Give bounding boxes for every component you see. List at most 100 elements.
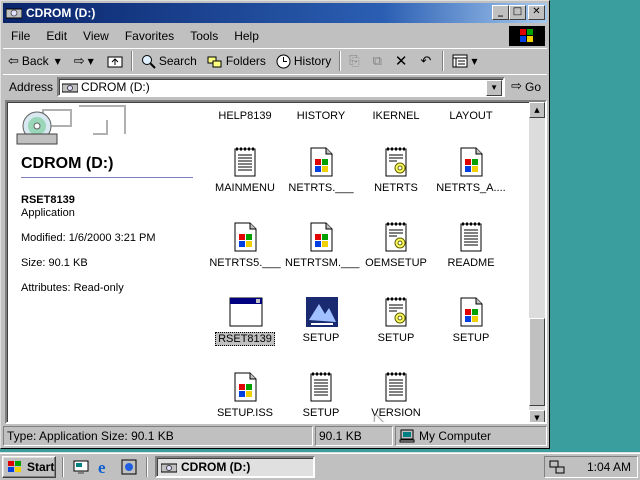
file-item[interactable]: SETUP	[283, 296, 359, 344]
menu-help[interactable]: Help	[226, 27, 267, 45]
windows-file-icon	[455, 296, 487, 328]
status-zone-label: My Computer	[419, 429, 492, 443]
file-item[interactable]: HELP8139	[207, 102, 283, 122]
explorer-window: CDROM (D:) _ □ ✕ File Edit View Favorite…	[0, 0, 550, 449]
address-value: CDROM (D:)	[81, 79, 150, 94]
folders-button[interactable]: Folders	[202, 50, 271, 72]
cdrom-drive-icon	[62, 83, 79, 92]
taskbar: Start e CDROM (D:) 1:04 AM	[0, 452, 640, 480]
quicklaunch-channels[interactable]	[120, 458, 138, 476]
file-item[interactable]: VERSION	[358, 371, 434, 419]
address-bar: Address CDROM (D:) ▼ ⇨ Go	[3, 74, 547, 98]
selected-file-name: RSET8139	[21, 194, 75, 206]
taskbar-separator	[146, 457, 148, 477]
folder-icon	[229, 102, 261, 106]
menu-edit[interactable]: Edit	[38, 27, 75, 45]
forward-button[interactable]: ⇨ ▼	[69, 50, 102, 72]
file-label: README	[447, 257, 495, 269]
title-bar[interactable]: CDROM (D:) _ □ ✕	[3, 3, 547, 23]
go-button[interactable]: ⇨ Go	[505, 79, 547, 94]
file-item[interactable]: NETRTSM.___	[283, 221, 359, 269]
webview-info-pane: CDROM (D:) RSET8139 Application Modified…	[7, 102, 197, 422]
up-folder-icon	[107, 56, 123, 68]
taskbar-separator	[62, 457, 64, 477]
windows-file-icon	[305, 221, 337, 253]
svg-text:e: e	[98, 458, 106, 476]
scroll-up-button[interactable]: ▲	[529, 102, 545, 118]
menu-file[interactable]: File	[3, 27, 38, 45]
scroll-thumb[interactable]	[529, 318, 545, 406]
toolbar-separator	[130, 51, 133, 71]
copy-to-button[interactable]: ⧉	[368, 50, 390, 72]
toolbar-separator	[339, 51, 342, 71]
move-to-icon: ⎘	[349, 53, 360, 69]
close-button[interactable]: ✕	[528, 5, 545, 20]
search-button[interactable]: Search	[136, 50, 202, 72]
scroll-down-button[interactable]: ▼	[529, 410, 545, 422]
folder-icon	[455, 102, 487, 106]
windows-file-icon	[305, 146, 337, 178]
history-button[interactable]: History	[271, 50, 336, 72]
status-bar: Type: Application Size: 90.1 KB 90.1 KB …	[3, 426, 547, 446]
folder-icon	[305, 102, 337, 106]
file-item[interactable]: SETUP	[358, 296, 434, 344]
chevron-down-icon[interactable]: ▼	[471, 57, 477, 66]
menu-tools[interactable]: Tools	[182, 27, 226, 45]
back-arrow-icon: ⇦	[8, 53, 19, 69]
address-input[interactable]: CDROM (D:) ▼	[57, 76, 506, 97]
file-item[interactable]: IKERNEL	[358, 102, 434, 122]
file-label: RSET8139	[215, 332, 275, 346]
quicklaunch-desktop[interactable]	[72, 458, 90, 476]
menu-view[interactable]: View	[75, 27, 117, 45]
file-item[interactable]: HISTORY	[283, 102, 359, 122]
file-item[interactable]: NETRTS.___	[283, 146, 359, 194]
undo-icon: ↶	[420, 53, 432, 69]
maximize-button[interactable]: □	[509, 5, 526, 20]
address-dropdown-button[interactable]: ▼	[486, 79, 503, 96]
file-item[interactable]: SETUP.ISS	[207, 371, 283, 419]
file-item[interactable]: RSET8139	[207, 296, 283, 346]
network-tray-icon[interactable]	[549, 459, 565, 475]
system-tray: 1:04 AM	[544, 456, 638, 478]
file-label: NETRTS5.___	[209, 257, 281, 269]
file-item[interactable]: SETUP	[283, 371, 359, 419]
file-item[interactable]: MAINMENU	[207, 146, 283, 194]
notepad-icon	[305, 371, 337, 403]
delete-button[interactable]: ✕	[390, 50, 416, 72]
file-item[interactable]: NETRTS_A....	[433, 146, 509, 194]
move-to-button[interactable]: ⎘	[344, 50, 367, 72]
windows-logo-icon	[509, 26, 545, 46]
file-item[interactable]: OEMSETUP	[358, 221, 434, 269]
file-item[interactable]: SETUP	[433, 296, 509, 344]
start-button[interactable]: Start	[2, 456, 56, 478]
address-label: Address	[9, 79, 54, 94]
menu-bar: File Edit View Favorites Tools Help	[3, 26, 547, 46]
folders-icon	[207, 56, 222, 68]
start-label: Start	[27, 460, 55, 474]
menu-favorites[interactable]: Favorites	[117, 27, 182, 45]
file-label: SETUP.ISS	[216, 407, 274, 419]
back-button[interactable]: ⇦ Back ▼	[3, 50, 69, 72]
search-icon	[141, 54, 156, 69]
views-grid-icon	[452, 54, 468, 68]
file-item[interactable]: README	[433, 221, 509, 269]
chevron-down-icon[interactable]: ▼	[88, 57, 94, 66]
taskbar-button-cdrom[interactable]: CDROM (D:)	[155, 456, 315, 478]
up-folder-button[interactable]	[102, 50, 128, 72]
internet-explorer-icon: e	[98, 458, 106, 477]
file-item[interactable]: NETRTS5.___	[207, 221, 283, 269]
views-button[interactable]: ▼	[447, 50, 485, 72]
notepad-icon	[229, 146, 261, 178]
file-item[interactable]: NETRTS	[358, 146, 434, 194]
show-desktop-icon	[73, 460, 89, 474]
chevron-down-icon[interactable]: ▼	[55, 57, 61, 66]
file-item[interactable]: LAYOUT	[433, 102, 509, 122]
quicklaunch-ie[interactable]: e	[96, 458, 114, 477]
clock[interactable]: 1:04 AM	[587, 460, 631, 474]
minimize-button[interactable]: _	[492, 5, 509, 20]
cdrom-drive-icon	[5, 6, 23, 20]
undo-button[interactable]: ↶	[415, 50, 439, 72]
windows-flag-icon	[8, 461, 21, 472]
vertical-scrollbar[interactable]: ▲ ▼	[529, 102, 545, 422]
selected-file-modified: Modified: 1/6/2000 3:21 PM	[21, 232, 156, 244]
